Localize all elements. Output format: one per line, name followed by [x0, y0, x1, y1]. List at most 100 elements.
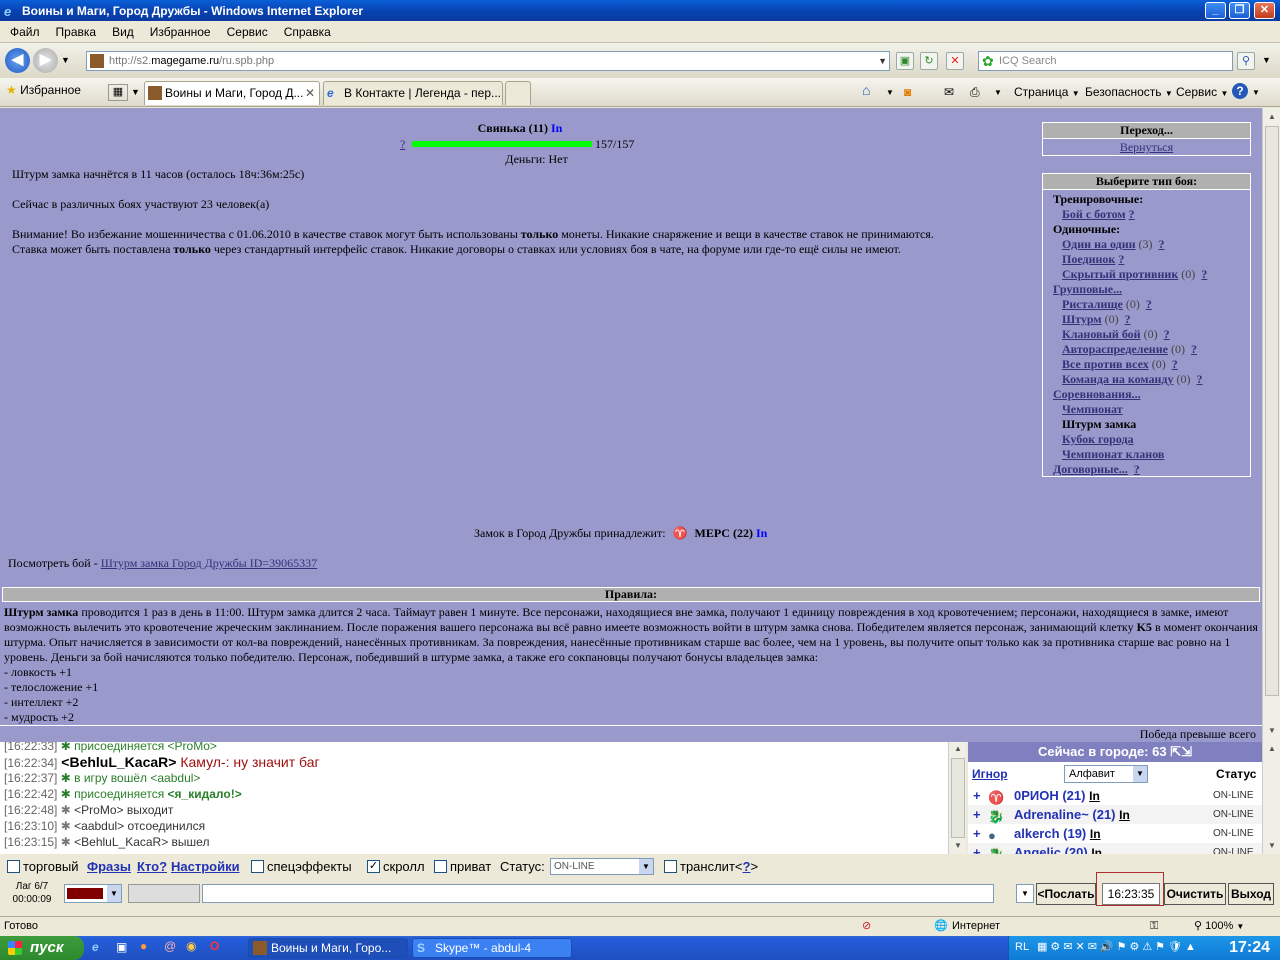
scroll-thumb[interactable]: [951, 758, 965, 838]
help-link[interactable]: ?: [1146, 297, 1152, 311]
tab-close-icon[interactable]: ✕: [305, 82, 315, 104]
sort-select[interactable]: Алфавит ▼: [1064, 765, 1148, 783]
new-tab-button[interactable]: [505, 81, 531, 105]
refresh-icon[interactable]: ↻: [920, 52, 938, 70]
help-link[interactable]: ?: [1159, 237, 1165, 251]
tools-menu[interactable]: Сервис ▼: [1176, 85, 1228, 99]
user-info-link[interactable]: In: [1089, 789, 1100, 803]
menu-edit[interactable]: Правка: [48, 25, 105, 39]
favorites-button[interactable]: ★ Избранное: [6, 83, 81, 97]
mail-icon[interactable]: ✉: [944, 85, 954, 99]
expand-icon[interactable]: +: [973, 805, 981, 824]
back-link[interactable]: Вернуться: [1120, 140, 1173, 154]
team-vs-team-link[interactable]: Команда на команду: [1062, 372, 1173, 386]
scroll-down-icon[interactable]: ▼: [1265, 839, 1279, 853]
task-magegame[interactable]: Воины и Маги, Горо...: [248, 938, 408, 958]
search-dropdown-icon[interactable]: ▼: [1262, 55, 1271, 65]
address-input[interactable]: http://s2.magegame.ru/ru.spb.php ▼: [86, 51, 890, 71]
scroll-checkbox[interactable]: ✓: [367, 860, 380, 873]
at-icon[interactable]: @: [164, 939, 176, 953]
championship-link[interactable]: Чемпионат: [1062, 402, 1123, 416]
print-dropdown-icon[interactable]: ▼: [994, 88, 1002, 97]
player-info-link[interactable]: In: [551, 121, 562, 135]
title-bar[interactable]: e Воины и Маги, Город Дружбы - Windows I…: [0, 0, 1280, 21]
bot-fight-link[interactable]: Бой с ботом: [1062, 207, 1126, 221]
user-info-link[interactable]: In: [1091, 846, 1102, 854]
one-on-one-link[interactable]: Один на один: [1062, 237, 1136, 251]
help-icon[interactable]: ?: [1232, 83, 1248, 99]
auto-distribution-link[interactable]: Автораспределение: [1062, 342, 1168, 356]
page-menu[interactable]: Страница ▼: [1014, 85, 1080, 99]
user-name[interactable]: 0РИОН (21): [1014, 788, 1085, 803]
close-button[interactable]: ✕: [1254, 2, 1275, 19]
scroll-up-icon[interactable]: ▲: [951, 742, 965, 756]
scroll-up-icon[interactable]: ▲: [1265, 742, 1279, 756]
scroll-down-icon[interactable]: ▼: [1265, 724, 1279, 738]
help-link[interactable]: ?: [1201, 267, 1207, 281]
tab-list-dropdown-icon[interactable]: ▼: [131, 87, 140, 97]
user-name[interactable]: alkerch (19): [1014, 826, 1086, 841]
owner-info-link[interactable]: In: [756, 526, 767, 540]
user-info-link[interactable]: In: [1119, 808, 1130, 822]
forward-button[interactable]: ▶: [33, 48, 58, 73]
clan-fight-link[interactable]: Клановый бой: [1062, 327, 1141, 341]
menu-view[interactable]: Вид: [104, 25, 142, 39]
help-link[interactable]: ?: [1129, 207, 1135, 221]
start-button[interactable]: пуск: [0, 936, 84, 960]
help-link[interactable]: ?: [1196, 372, 1202, 386]
print-icon[interactable]: ⎙: [970, 85, 980, 100]
user-name[interactable]: Angelic (20): [1014, 845, 1088, 854]
clear-button[interactable]: Очистить: [1164, 883, 1226, 905]
compatibility-icon[interactable]: ▣: [896, 52, 914, 70]
firefox-icon[interactable]: ●: [140, 939, 147, 953]
tab-vkontakte[interactable]: e В Контакте | Легенда - пер...: [323, 81, 503, 105]
back-button[interactable]: ◀: [5, 48, 30, 73]
hidden-enemy-link[interactable]: Скрытый противник: [1062, 267, 1178, 281]
translit-checkbox[interactable]: [664, 860, 677, 873]
user-name[interactable]: Adrenaline~ (21): [1014, 807, 1116, 822]
ie-quicklaunch-icon[interactable]: e: [92, 940, 99, 954]
user-row[interactable]: + 🐉 Angelic (20) In ON-LINE: [968, 843, 1262, 854]
translit-help-link[interactable]: ?: [743, 859, 751, 874]
send-button[interactable]: <Послать: [1036, 883, 1096, 905]
popup-blocked-icon[interactable]: ⊘: [862, 917, 871, 936]
history-dropdown-icon[interactable]: ▼: [61, 55, 70, 65]
search-icon[interactable]: ⚲: [1237, 52, 1255, 70]
chat-nick[interactable]: <ProMo>: [168, 742, 217, 753]
who-link[interactable]: Кто?: [137, 859, 167, 874]
online-scrollbar[interactable]: ▲ ▼: [1262, 742, 1280, 854]
ignore-link[interactable]: Игнор: [972, 767, 1008, 781]
search-input[interactable]: ✿ ICQ Search: [978, 51, 1233, 71]
exit-button[interactable]: Выход: [1228, 883, 1274, 905]
quick-tabs-icon[interactable]: ▦: [108, 84, 128, 101]
user-row[interactable]: + ♈ 0РИОН (21) In ON-LINE: [968, 786, 1262, 805]
help-link[interactable]: ?: [1172, 357, 1178, 371]
storm-link[interactable]: Штурм: [1062, 312, 1102, 326]
settings-link[interactable]: Настройки: [171, 859, 240, 874]
user-info-link[interactable]: In: [1090, 827, 1101, 841]
scroll-thumb[interactable]: [1265, 126, 1279, 696]
tray-icons[interactable]: ▦⚙✉✕✉🔊⚑⚙⚠⚑🛡▲: [1037, 940, 1199, 953]
help-dropdown-icon[interactable]: ▼: [1252, 88, 1260, 97]
private-checkbox[interactable]: [434, 860, 447, 873]
chat-nick[interactable]: <aabdul>: [150, 771, 200, 785]
help-link[interactable]: ?: [1191, 342, 1197, 356]
tab-magegame[interactable]: Воины и Маги, Город Д... ✕: [144, 81, 320, 105]
chat-nick[interactable]: <aabdul>: [74, 819, 124, 833]
task-skype[interactable]: S Skype™ - abdul-4: [412, 938, 572, 958]
city-cup-link[interactable]: Кубок города: [1062, 432, 1134, 446]
effects-checkbox[interactable]: [251, 860, 264, 873]
menu-tools[interactable]: Сервис: [219, 25, 276, 39]
arena-link[interactable]: Ристалище: [1062, 297, 1123, 311]
menu-favorites[interactable]: Избранное: [142, 25, 219, 39]
private-recipient-field[interactable]: [128, 884, 200, 903]
contract-fights-link[interactable]: Договорные...: [1053, 462, 1128, 476]
chat-nick[interactable]: <BehluL_KacaR>: [61, 754, 176, 770]
opera-icon[interactable]: O: [210, 939, 219, 953]
zoom-control[interactable]: ⚲ 100% ▼: [1194, 917, 1244, 936]
minimize-button[interactable]: _: [1205, 2, 1226, 19]
stop-icon[interactable]: ✕: [946, 52, 964, 70]
menu-help[interactable]: Справка: [276, 25, 339, 39]
color-select[interactable]: ▼: [64, 884, 122, 903]
expand-icon[interactable]: +: [973, 786, 981, 805]
